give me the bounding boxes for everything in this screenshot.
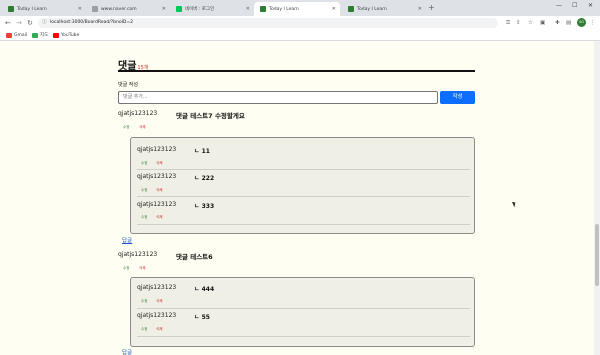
write-comment-label: 댓글 작성 [118, 82, 138, 88]
close-tab-icon[interactable]: ✕ [418, 6, 422, 12]
edit-comment-button[interactable]: 수정 [123, 266, 129, 271]
browser-tab-active[interactable]: Today I Learn ✕ [254, 2, 340, 16]
reply-author: qjatjs123123 [137, 201, 177, 208]
url-text: localhost:3000/BoardRead/?bnoID=2 [50, 20, 134, 25]
bookmark-label: YouTube [61, 33, 80, 38]
reply-author: qjatjs123123 [137, 312, 177, 319]
comment-author: qjatjs123123 [118, 110, 158, 117]
bookmark-label: Gmail [14, 33, 28, 38]
delete-reply-button[interactable]: 삭제 [156, 161, 162, 166]
close-tab-icon[interactable]: ✕ [332, 6, 336, 12]
site-favicon [92, 6, 98, 12]
reply-list: qjatjs123123 ㄴ 444 수정 삭제 qjatjs123123 ㄴ … [130, 277, 475, 347]
reply-link[interactable]: 답글 [122, 236, 132, 244]
extensions-icon[interactable]: ✚ [555, 19, 560, 27]
browser-tab[interactable]: Today I Learn ✕ [2, 2, 86, 16]
maps-icon [32, 33, 38, 38]
close-tab-icon[interactable]: ✕ [162, 6, 166, 12]
site-favicon [8, 6, 14, 12]
reply-link[interactable]: 답글 [122, 348, 132, 355]
reply-divider [137, 308, 470, 309]
delete-reply-button[interactable]: 삭제 [156, 188, 162, 193]
comment-text: 댓글 테스트6 [176, 253, 213, 261]
toolbar: ← → ↻ ⓘ localhost:3000/BoardRead/?bnoID=… [0, 16, 600, 30]
edit-reply-button[interactable]: 수정 [141, 299, 147, 304]
reply-divider [137, 169, 470, 170]
reply-divider [137, 196, 470, 197]
page-content: 댓글15개 댓글 작성 댓글 추가... 작성 qjatjs123123 댓글 … [0, 41, 594, 355]
reply-author: qjatjs123123 [137, 284, 177, 291]
delete-reply-button[interactable]: 삭제 [156, 327, 162, 332]
heading-divider [118, 70, 475, 72]
edit-reply-button[interactable]: 수정 [141, 327, 147, 332]
tab-title: 네이버 : 로그인 [185, 7, 215, 12]
reply-author: qjatjs123123 [137, 173, 177, 180]
edit-reply-button[interactable]: 수정 [141, 188, 147, 193]
delete-comment-button[interactable]: 삭제 [139, 266, 145, 271]
reply-text: ㄴ 333 [194, 203, 215, 210]
minimize-icon[interactable]: — [556, 2, 562, 9]
comment-author: qjatjs123123 [118, 251, 158, 258]
reply-text: ㄴ 222 [194, 175, 215, 182]
bookmark-maps[interactable]: 지도 [32, 31, 48, 40]
site-favicon [260, 6, 266, 12]
bookmark-gmail[interactable]: Gmail [6, 31, 27, 40]
site-favicon [348, 6, 354, 12]
delete-reply-button[interactable]: 삭제 [156, 215, 162, 220]
bookmarks-bar: Gmail 지도 YouTube [0, 30, 600, 41]
bookmark-youtube[interactable]: YouTube [53, 31, 79, 40]
scrollbar-thumb[interactable] [595, 224, 599, 286]
reply-text: ㄴ 55 [194, 314, 210, 321]
gmail-icon [6, 33, 12, 38]
bookmark-star-icon[interactable]: ☆ [528, 19, 533, 27]
tab-title: Today I Learn [17, 6, 47, 12]
close-tab-icon[interactable]: ✕ [78, 6, 82, 12]
delete-comment-button[interactable]: 삭제 [139, 125, 145, 130]
close-window-icon[interactable]: ✕ [588, 2, 593, 9]
back-icon[interactable]: ← [5, 18, 11, 28]
menu-icon[interactable]: ⋮ [590, 19, 596, 27]
browser-tab[interactable]: www.naver.com ✕ [86, 2, 170, 16]
reply-divider [137, 224, 470, 225]
share-icon[interactable]: ⇪ [516, 19, 521, 27]
close-tab-icon[interactable]: ✕ [246, 6, 250, 12]
browser-tab[interactable]: 네이버 : 로그인 ✕ [170, 2, 254, 16]
pdf-icon[interactable]: ▣ [540, 19, 545, 27]
delete-reply-button[interactable]: 삭제 [156, 299, 162, 304]
bookmark-label: 지도 [40, 33, 49, 38]
side-panel-icon[interactable]: ▤ [566, 19, 571, 27]
tab-strip: Today I Learn ✕ www.naver.com ✕ 네이버 : 로그… [0, 0, 600, 16]
reply-text: ㄴ 11 [194, 148, 210, 155]
reply-author: qjatjs123123 [137, 146, 177, 153]
comment-input[interactable]: 댓글 추가... [118, 91, 438, 104]
submit-comment-button[interactable]: 작성 [440, 91, 475, 104]
forward-icon[interactable]: → [16, 18, 22, 28]
edit-reply-button[interactable]: 수정 [141, 215, 147, 220]
profile-avatar[interactable]: SG [577, 18, 586, 27]
youtube-icon [53, 33, 59, 38]
edit-reply-button[interactable]: 수정 [141, 161, 147, 166]
comment-text: 댓글 테스트7 수정할게요 [176, 112, 245, 120]
maximize-icon[interactable]: ☐ [572, 2, 577, 9]
tab-title: Today I Learn [269, 6, 299, 12]
tab-title: Today I Learn [357, 6, 387, 12]
new-tab-button[interactable]: + [428, 3, 435, 13]
tab-title: www.naver.com [101, 6, 137, 12]
reply-list: qjatjs123123 ㄴ 11 수정 삭제 qjatjs123123 ㄴ 2… [130, 137, 475, 234]
reload-icon[interactable]: ↻ [27, 18, 33, 28]
address-bar[interactable]: ⓘ localhost:3000/BoardRead/?bnoID=2 [38, 18, 498, 28]
mouse-cursor-icon [511, 200, 518, 208]
reply-divider [137, 336, 470, 337]
browser-tab[interactable]: Today I Learn ✕ [342, 2, 426, 16]
reply-text: ㄴ 444 [194, 286, 215, 293]
edit-comment-button[interactable]: 수정 [123, 125, 129, 130]
key-icon[interactable]: ⚿ [506, 19, 510, 27]
page-scrollbar[interactable] [594, 41, 600, 355]
site-favicon [176, 6, 182, 12]
site-info-icon[interactable]: ⓘ [42, 18, 47, 28]
